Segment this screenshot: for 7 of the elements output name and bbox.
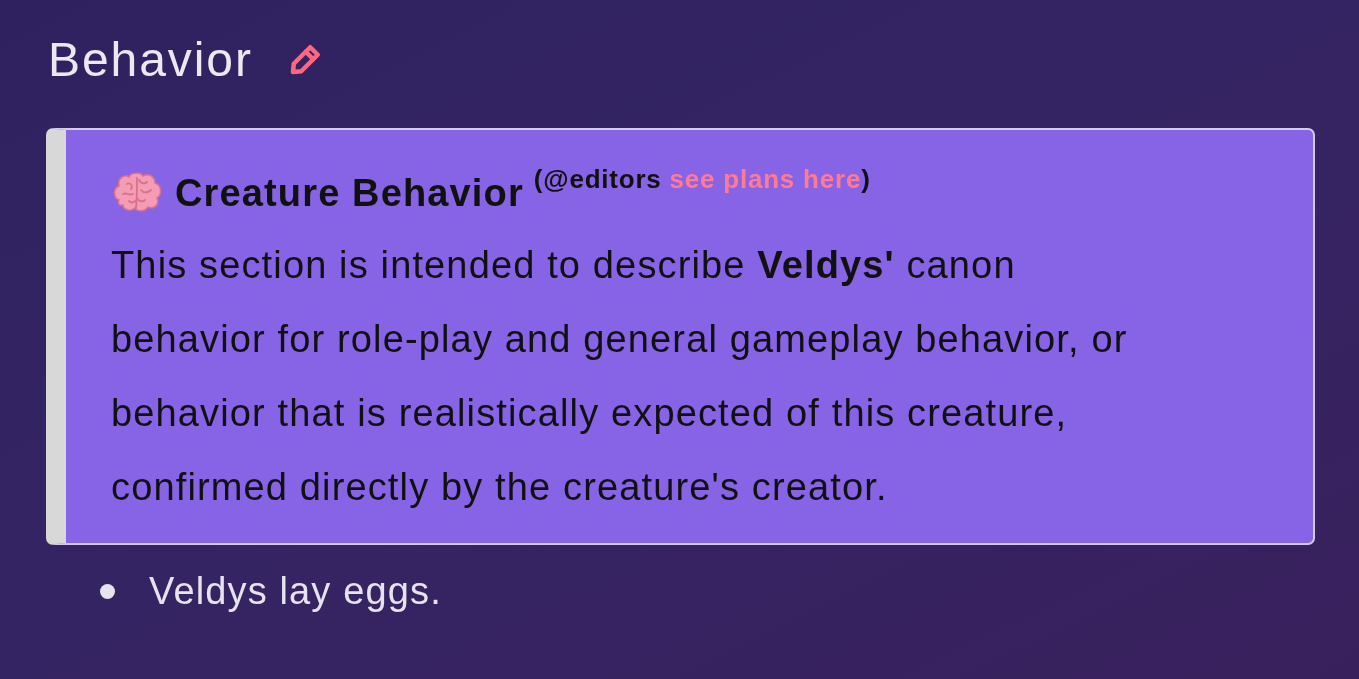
editor-note: (@editors see plans here) xyxy=(533,166,871,192)
callout-title: Creature Behavior xyxy=(175,171,524,216)
bullet-icon xyxy=(100,583,115,599)
plans-link[interactable]: see plans here xyxy=(669,164,862,194)
callout-body: This section is intended to describe Veldys' canon behavior for role-play and general gameplay behavior, or behavior that is realistically expected of this creature, confirmed directly by the creature's creator. xyxy=(111,243,1129,510)
list-item: Veldys lay eggs. xyxy=(149,572,442,610)
section-heading: Behavior xyxy=(48,36,253,84)
